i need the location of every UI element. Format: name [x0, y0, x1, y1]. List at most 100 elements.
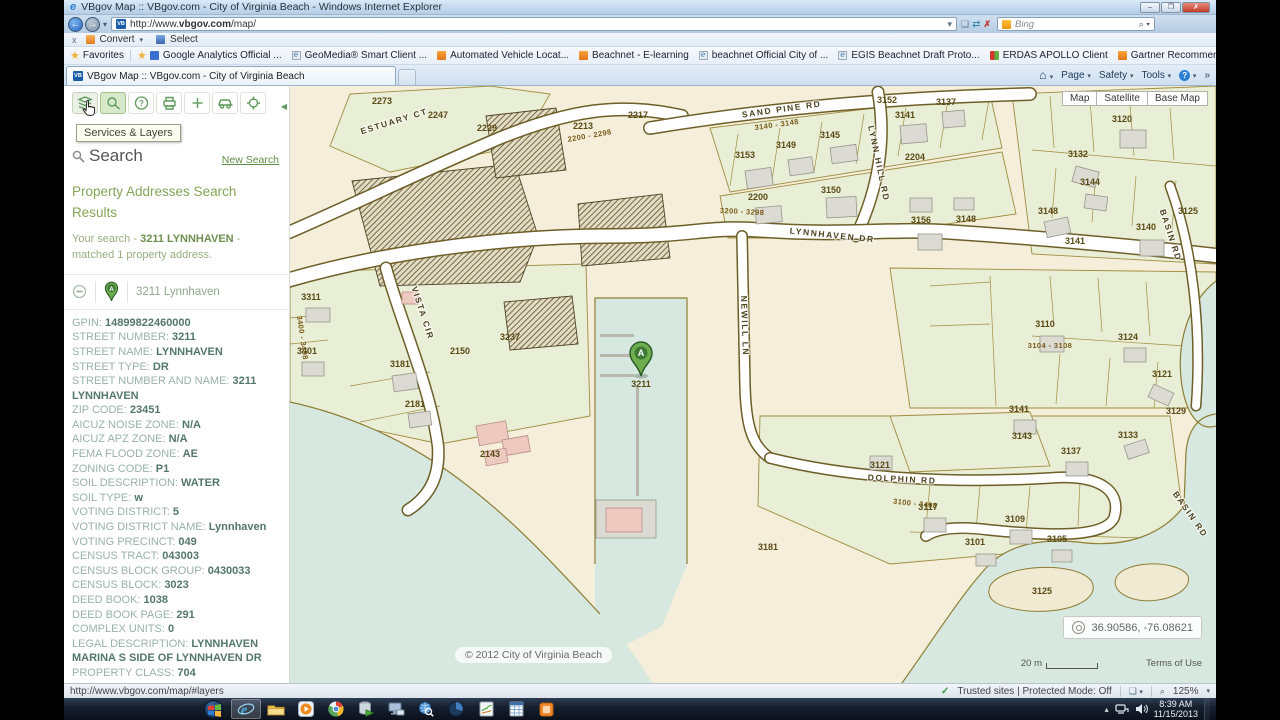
compatibility-view-icon[interactable]: ❑	[961, 19, 969, 30]
page-menu[interactable]: Page ▾	[1061, 70, 1091, 81]
convert-button[interactable]: Convert	[100, 34, 135, 45]
svg-text:3401: 3401	[297, 346, 317, 356]
site-favicon: VB	[116, 19, 126, 29]
svg-text:3137: 3137	[936, 97, 956, 107]
safety-menu[interactable]: Safety ▾	[1099, 70, 1134, 81]
favorite-link[interactable]: Automated Vehicle Locat...	[437, 50, 569, 61]
taskbar-map-app-button[interactable]	[471, 699, 501, 719]
taskbar-explorer-button[interactable]	[261, 699, 291, 719]
minimize-button[interactable]: –	[1140, 2, 1160, 13]
svg-text:3153: 3153	[735, 150, 755, 160]
zoom-dropdown-icon[interactable]: ▾	[1206, 687, 1210, 695]
volume-icon[interactable]	[1135, 703, 1148, 715]
commandbar-overflow-chevron[interactable]: »	[1204, 70, 1210, 81]
coordinates-value: 36.90586, -76.08621	[1091, 622, 1193, 634]
grid-document-icon	[509, 701, 524, 717]
print-tool-button[interactable]	[156, 92, 182, 114]
start-button[interactable]	[204, 700, 223, 719]
help-tool-button[interactable]: ?	[128, 92, 154, 114]
show-desktop-button[interactable]	[1204, 698, 1210, 720]
svg-text:3211: 3211	[631, 379, 651, 389]
add-tool-button[interactable]	[184, 92, 210, 114]
locate-tool-button[interactable]	[240, 92, 266, 114]
address-bar[interactable]: VB http://www.vbgov.com/map/ ▾	[111, 17, 957, 31]
zoom-level[interactable]: 125%	[1173, 686, 1199, 697]
tools-menu[interactable]: Tools ▾	[1141, 70, 1171, 81]
new-tab-button[interactable]	[398, 69, 416, 85]
zoom-magnifier-icon[interactable]: ⌕	[1160, 686, 1165, 697]
property-field: VOTING PRECINCT: 049	[72, 535, 281, 550]
search-magnifier-icon[interactable]: ⌕ ▾	[1139, 19, 1150, 30]
svg-text:2143: 2143	[480, 449, 500, 459]
base-map-button[interactable]: Base Map	[1148, 91, 1208, 106]
satellite-button[interactable]: Satellite	[1097, 91, 1148, 106]
convert-dropdown-icon[interactable]: ▾	[140, 36, 144, 44]
remove-result-icon[interactable]	[72, 284, 87, 299]
hidden-icons-button[interactable]: ▴	[1105, 705, 1109, 714]
taskbar-grid-app-button[interactable]	[501, 699, 531, 719]
maximize-button[interactable]: ❐	[1161, 2, 1181, 13]
favorite-favicon	[990, 51, 999, 60]
search-tool-button[interactable]	[100, 92, 126, 114]
property-field: SOIL TYPE: w	[72, 491, 281, 506]
taskbar-media-player-button[interactable]	[291, 699, 321, 719]
favorite-link[interactable]: beachnet Official City of ...	[699, 50, 829, 61]
stop-icon[interactable]: ✗	[983, 19, 991, 30]
taskbar-database-button[interactable]	[351, 699, 381, 719]
add-favorite-icon[interactable]: ★	[137, 49, 147, 62]
back-button[interactable]: ←	[68, 17, 83, 32]
pie-chart-icon	[448, 701, 464, 717]
result-row[interactable]: A 3211 Lynnhaven	[64, 274, 289, 310]
help-icon[interactable]: ? ▾	[1179, 70, 1196, 81]
tab-favicon: VB	[73, 71, 83, 81]
taskbar-orange-app-button[interactable]	[531, 699, 561, 719]
taskbar-analytics-button[interactable]	[441, 699, 471, 719]
map-button[interactable]: Map	[1062, 91, 1097, 106]
map-viewport[interactable]: 3140 - 31482200 - 22983200 - 32983100 - …	[290, 86, 1216, 683]
scale-line	[1046, 663, 1098, 669]
terms-of-use-link[interactable]: Terms of Use	[1146, 658, 1202, 669]
taskbar-chrome-button[interactable]	[321, 699, 351, 719]
title-bar[interactable]: e VBgov Map :: VBgov.com - City of Virgi…	[64, 0, 1216, 15]
map-document-icon	[479, 701, 494, 717]
taskbar-ie-button[interactable]: e	[231, 699, 261, 719]
security-zone-text[interactable]: Trusted sites | Protected Mode: Off	[957, 686, 1111, 697]
parcel-basemap[interactable]: 3140 - 31482200 - 22983200 - 32983100 - …	[290, 86, 1216, 683]
new-search-link[interactable]: New Search	[222, 154, 279, 166]
taskbar-clock[interactable]: 8:39 AM 11/15/2013	[1154, 699, 1198, 719]
result-pin-icon[interactable]: A	[104, 281, 119, 302]
svg-text:2150: 2150	[450, 346, 470, 356]
favorite-link[interactable]: Gartner Recommended R...	[1118, 50, 1216, 61]
forward-button[interactable]: →	[85, 17, 100, 32]
addon-close-icon[interactable]: x	[72, 35, 77, 45]
favorites-button[interactable]: Favorites	[83, 50, 124, 61]
svg-text:3109: 3109	[1005, 514, 1025, 524]
address-dropdown-icon[interactable]: ▾	[947, 19, 952, 30]
favorite-link[interactable]: ERDAS APOLLO Client	[990, 50, 1108, 61]
compatibility-status-icon[interactable]: ❑ ▾	[1129, 686, 1143, 697]
taskbar-search-tool-button[interactable]	[411, 699, 441, 719]
refresh-icon[interactable]: ⇄	[972, 19, 980, 30]
svg-text:NEWILL LN: NEWILL LN	[739, 295, 751, 356]
home-icon[interactable]: ⌂ ▾	[1039, 68, 1053, 82]
favorites-bar: ★ Favorites ★ Google Analytics Official …	[64, 47, 1216, 65]
close-button[interactable]: ✗	[1182, 2, 1210, 13]
property-fields: GPIN: 14899822460000STREET NUMBER: 3211S…	[72, 316, 281, 683]
network-icon[interactable]	[1115, 703, 1129, 715]
favorites-star-icon[interactable]: ★	[70, 49, 80, 62]
directions-tool-button[interactable]	[212, 92, 238, 114]
favorite-link[interactable]: GeoMedia® Smart Client ...	[292, 50, 427, 61]
panel-collapse-arrow[interactable]: ◀	[279, 98, 289, 116]
property-field: DEED BOOK: 1038	[72, 593, 281, 608]
favorite-link[interactable]: Google Analytics Official ...	[150, 50, 282, 61]
taskbar-computer-button[interactable]	[381, 699, 411, 719]
search-box[interactable]: Bing ⌕ ▾	[997, 17, 1155, 31]
svg-text:A: A	[638, 348, 645, 358]
select-button[interactable]: Select	[170, 34, 198, 45]
tab-vbgov-map[interactable]: VB VBgov Map :: VBgov.com - City of Virg…	[66, 66, 396, 85]
history-dropdown-icon[interactable]: ▾	[103, 20, 107, 29]
result-address[interactable]: 3211 Lynnhaven	[136, 286, 220, 298]
favorite-link[interactable]: Beachnet - E-learning	[579, 50, 689, 61]
favorite-link[interactable]: EGIS Beachnet Draft Proto...	[838, 50, 979, 61]
property-field: CENSUS BLOCK: 3023	[72, 578, 281, 593]
